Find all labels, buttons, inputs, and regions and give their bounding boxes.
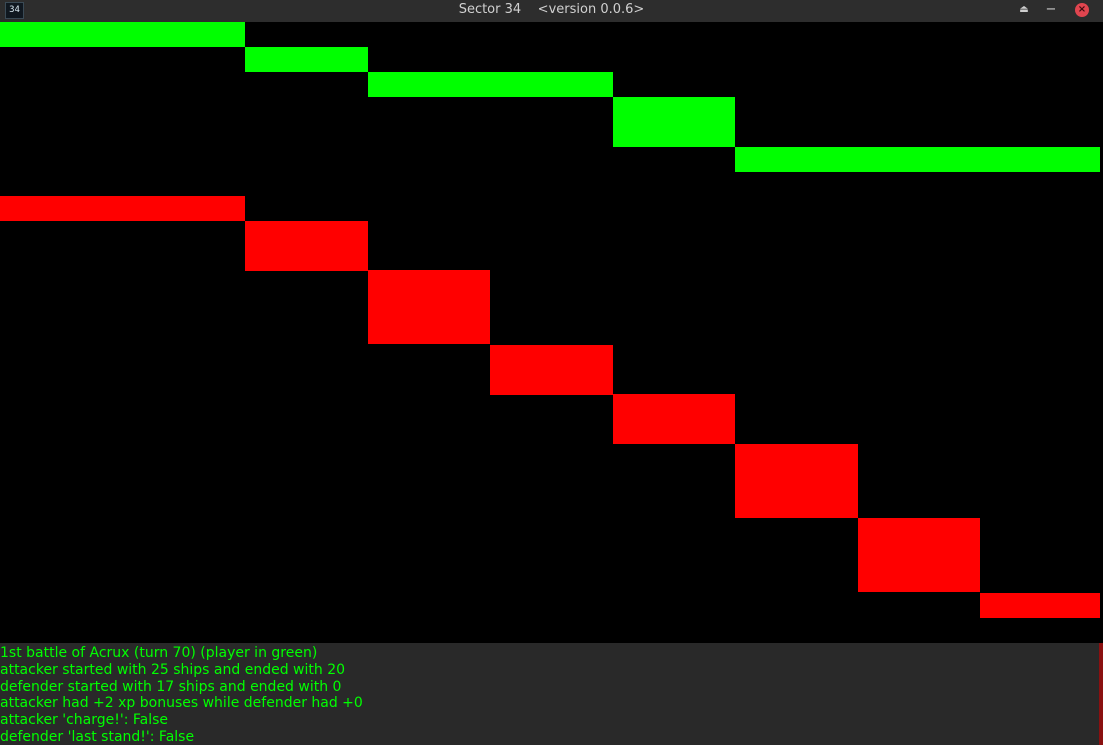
attacker-turn-6-bar [613, 97, 735, 147]
close-x-icon: × [1077, 4, 1087, 15]
log-line-xp-bonuses: attacker had +2 xp bonuses while defende… [0, 695, 363, 711]
defender-turn-5-bar [490, 345, 613, 395]
battle-chart [0, 22, 1103, 643]
attacker-turn-3-bar [245, 47, 368, 72]
log-line-defender-last-stand: defender 'last stand!': False [0, 729, 195, 745]
log-scrollbar[interactable] [1099, 643, 1103, 745]
log-line-defender-ships: defender started with 17 ships and ended… [0, 679, 342, 695]
eject-icon: ⏏ [1019, 4, 1029, 15]
attacker-turn-2-bar [123, 22, 245, 47]
defender-turn-6-bar [613, 394, 735, 444]
defender-turn-7-bar [735, 444, 858, 518]
attacker-turn-1-bar [0, 22, 123, 47]
log-scrollbar-thumb[interactable] [1099, 643, 1103, 745]
defender-turn-8-bar [858, 518, 980, 592]
close-button[interactable]: × [1075, 3, 1089, 17]
title-bar[interactable]: 34 Sector 34 <version 0.0.6> ⏏ − × [0, 0, 1103, 22]
minimize-button[interactable]: − [1043, 2, 1059, 18]
defender-turn-2-bar [123, 196, 245, 221]
battle-log: 1st battle of Acrux (turn 70) (player in… [0, 643, 1099, 745]
window-title: Sector 34 <version 0.0.6> [458, 2, 645, 17]
shade-button[interactable]: ⏏ [1016, 2, 1032, 18]
log-line-attacker-ships: attacker started with 25 ships and ended… [0, 662, 346, 678]
battle-chart-svg [0, 22, 1100, 618]
minus-icon: − [1045, 2, 1057, 17]
attacker-turn-5-bar [490, 72, 613, 97]
log-line-attacker-charge: attacker 'charge!': False [0, 712, 169, 728]
attacker-turn-9-bar [980, 147, 1100, 172]
game-window: 34 Sector 34 <version 0.0.6> ⏏ − × 1st b… [0, 0, 1103, 745]
log-line-title: 1st battle of Acrux (turn 70) (player in… [0, 645, 318, 661]
defender-turn-1-bar [0, 196, 123, 221]
attacker-turn-4-bar [368, 72, 490, 97]
defender-turn-4-bar [368, 270, 490, 344]
attacker-turn-8-bar [858, 147, 980, 172]
defender-turn-3-bar [245, 221, 368, 271]
defender-turn-9-bar [980, 593, 1100, 618]
attacker-turn-7-bar [735, 147, 858, 172]
